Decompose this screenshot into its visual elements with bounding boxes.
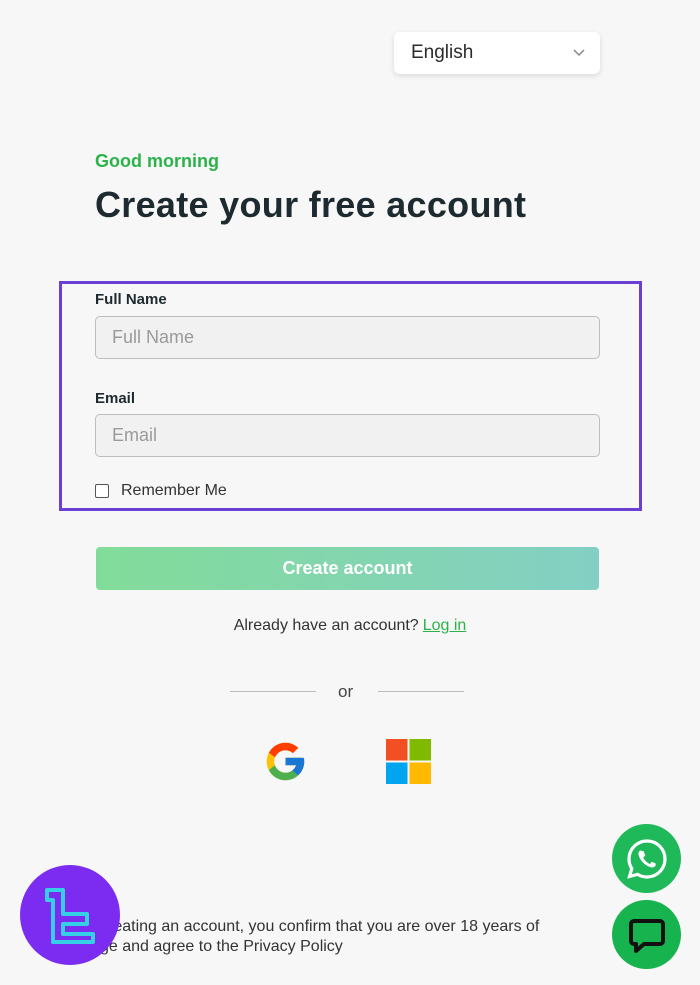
email-input[interactable] — [95, 414, 600, 457]
remember-me-row: Remember Me — [95, 482, 227, 500]
language-select[interactable]: English — [394, 32, 600, 74]
full-name-input[interactable] — [95, 316, 600, 359]
divider-line-right — [378, 691, 464, 692]
footer-line-2: ge and agree to the Privacy Policy — [100, 938, 343, 955]
page-title: Create your free account — [95, 184, 527, 225]
footer-line-1: creating an account, you confirm that yo… — [100, 918, 540, 935]
full-name-label: Full Name — [95, 291, 167, 308]
microsoft-icon[interactable] — [386, 739, 431, 784]
login-prompt-text: Already have an account? — [233, 617, 419, 634]
remember-me-checkbox[interactable] — [95, 484, 109, 498]
chat-bubble-icon[interactable] — [612, 900, 681, 969]
remember-me-label: Remember Me — [121, 482, 227, 499]
greeting-text: Good morning — [95, 151, 219, 171]
create-account-button[interactable]: Create account — [96, 547, 599, 590]
login-prompt: Already have an account? Log in — [0, 617, 700, 635]
google-icon[interactable] — [263, 739, 308, 784]
brand-logo — [20, 865, 120, 965]
divider-line-left — [230, 691, 316, 692]
whatsapp-icon[interactable] — [612, 824, 681, 893]
footer-disclaimer: creating an account, you confirm that yo… — [100, 917, 620, 957]
email-label: Email — [95, 390, 136, 407]
language-select-value: English — [411, 42, 474, 63]
brand-logo-mark — [45, 888, 95, 944]
login-link[interactable]: Log in — [423, 617, 467, 634]
divider-or-text: or — [338, 682, 354, 701]
chevron-down-icon — [572, 46, 586, 60]
